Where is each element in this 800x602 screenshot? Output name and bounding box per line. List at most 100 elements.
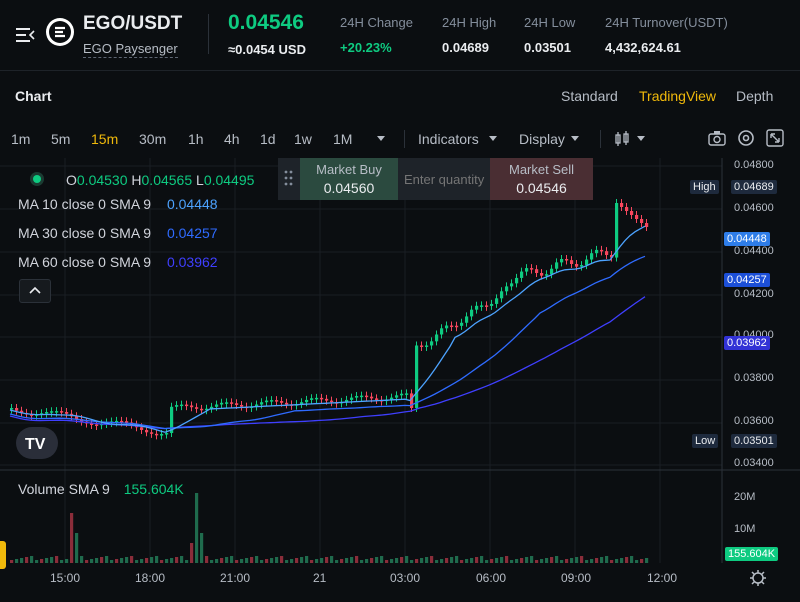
volume-bar — [515, 559, 519, 563]
volume-bar — [160, 560, 164, 563]
settings-icon[interactable] — [737, 129, 755, 147]
candle — [565, 259, 569, 261]
candle — [435, 334, 439, 342]
ma10-legend-value: 0.04448 — [166, 196, 218, 212]
pair-full-name[interactable]: EGO Paysenger — [83, 41, 178, 58]
timeframe-5m[interactable]: 5m — [51, 131, 70, 147]
axis-settings-icon[interactable] — [749, 569, 767, 587]
pair-symbol[interactable]: EGO/USDT — [83, 13, 182, 35]
candle — [360, 395, 364, 398]
candle — [350, 397, 354, 400]
time-tick: 03:00 — [390, 571, 421, 585]
candle — [285, 402, 289, 405]
volume-bar — [345, 558, 349, 563]
ma10-value-tag: 0.04448 — [724, 232, 770, 246]
collapse-legend-button[interactable] — [19, 279, 51, 303]
market-order-widget: Market Buy 0.04560 Market Sell 0.04546 — [278, 158, 593, 200]
candle — [555, 262, 559, 269]
tab-tradingview[interactable]: TradingView — [639, 88, 716, 104]
price-tick: 0.03400 — [734, 457, 774, 469]
camera-icon[interactable] — [708, 130, 726, 146]
indicators-dropdown-icon[interactable] — [488, 135, 498, 143]
volume-bar — [20, 558, 24, 563]
volume-bar — [605, 556, 609, 563]
fullscreen-icon[interactable] — [766, 129, 784, 147]
volume-bar — [475, 557, 479, 563]
timeframe-4h[interactable]: 4h — [224, 131, 240, 147]
candle — [370, 396, 374, 399]
price-tick: 0.03600 — [734, 415, 774, 427]
volume-bar — [520, 558, 524, 563]
volume-bar — [275, 557, 279, 563]
tab-depth[interactable]: Depth — [736, 88, 773, 104]
candle — [165, 433, 169, 435]
candle — [545, 274, 549, 276]
volume-bar — [615, 559, 619, 563]
volume-bar — [635, 560, 639, 563]
chevron-up-icon — [29, 286, 41, 294]
display-button[interactable]: Display — [519, 131, 565, 147]
volume-bar — [115, 559, 119, 563]
volume-bar — [585, 560, 589, 563]
volume-bar — [170, 558, 174, 563]
volume-bar — [335, 560, 339, 563]
volume-tick: 20M — [734, 491, 756, 503]
candle — [215, 404, 219, 407]
timeframe-dropdown-icon[interactable] — [376, 135, 386, 143]
timeframe-1w[interactable]: 1w — [294, 131, 312, 147]
candle — [485, 305, 489, 307]
time-tick: 09:00 — [561, 571, 592, 585]
drag-handle-icon[interactable] — [278, 158, 300, 200]
candle — [365, 395, 369, 398]
volume-bar — [110, 560, 114, 563]
tradingview-logo[interactable]: TV — [16, 427, 58, 459]
candle-type-dropdown-icon[interactable] — [636, 135, 646, 143]
timeframe-15m[interactable]: 15m — [91, 131, 118, 147]
volume-bar — [395, 558, 399, 563]
timeframe-1m[interactable]: 1m — [11, 131, 30, 147]
quantity-input[interactable] — [398, 158, 490, 200]
market-sell-button[interactable]: Market Sell 0.04546 — [490, 158, 593, 200]
candle — [585, 259, 589, 266]
candle — [475, 305, 479, 310]
candle — [490, 303, 494, 306]
volume-bar — [430, 556, 434, 563]
volume-bar — [510, 560, 514, 563]
volume-bar — [560, 560, 564, 563]
volume-bar — [200, 533, 204, 563]
indicators-button[interactable]: Indicators — [418, 131, 479, 147]
toolbar-divider — [404, 130, 405, 148]
market-buy-price: 0.04560 — [323, 180, 375, 196]
candle-type-icon[interactable] — [614, 130, 630, 148]
volume-bar — [355, 556, 359, 563]
candle — [575, 263, 579, 267]
timeframe-30m[interactable]: 30m — [139, 131, 166, 147]
timeframe-1h[interactable]: 1h — [188, 131, 204, 147]
display-dropdown-icon[interactable] — [570, 135, 580, 143]
side-panel-toggle[interactable] — [0, 541, 6, 569]
volume-bar — [410, 560, 414, 563]
volume-bar — [315, 559, 319, 563]
volume-bar — [600, 557, 604, 563]
ohlc-open-label: O — [66, 172, 77, 188]
time-tick: 06:00 — [476, 571, 507, 585]
volume-bar — [210, 560, 214, 563]
market-buy-button[interactable]: Market Buy 0.04560 — [300, 158, 398, 200]
ma10-legend-label: MA 10 close 0 SMA 9 — [18, 196, 152, 212]
tab-standard[interactable]: Standard — [561, 88, 618, 104]
volume-bar — [235, 560, 239, 563]
candle — [265, 400, 269, 403]
stat-value-turnover: 4,432,624.61 — [605, 40, 681, 55]
volume-bar — [280, 556, 284, 563]
timeframe-1M[interactable]: 1M — [333, 131, 352, 147]
volume-bar — [230, 556, 234, 563]
volume-bar — [360, 560, 364, 563]
volume-bar — [525, 557, 529, 563]
volume-bar — [215, 559, 219, 563]
timeframe-1d[interactable]: 1d — [260, 131, 276, 147]
volume-bar — [165, 559, 169, 563]
candle — [525, 268, 529, 272]
volume-bar — [130, 556, 134, 563]
volume-bar — [565, 559, 569, 563]
menu-icon[interactable] — [15, 25, 35, 45]
